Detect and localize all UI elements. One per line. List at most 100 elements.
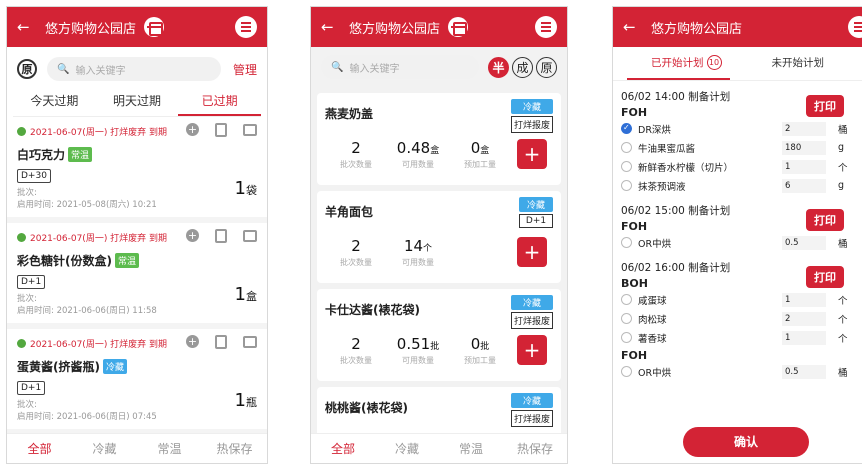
start-time: 启用时间: 2021-05-08(周六) 10:21 (17, 200, 157, 210)
ingredient-row[interactable]: 牛油果蜜瓜酱 180 g (613, 138, 862, 157)
stat-label: 批次数量 (340, 356, 372, 365)
select-radio[interactable] (621, 142, 632, 153)
select-radio[interactable] (621, 294, 632, 305)
stat-unit: 个 (423, 244, 433, 254)
quantity-field[interactable]: 0.5 (782, 235, 826, 250)
scan-icon[interactable] (448, 17, 469, 37)
tab-cold[interactable]: 冷藏 (375, 434, 439, 463)
add-button[interactable]: + (517, 335, 547, 365)
ingredient-row[interactable]: OR中烘 0.5 桶 (613, 362, 862, 381)
manage-button[interactable]: 管理 (233, 61, 257, 78)
ingredient-row[interactable]: 薯香球 1 个 (613, 328, 862, 347)
stat-unit: 批 (480, 342, 490, 352)
storage-badge: 冷藏 (510, 99, 553, 114)
add-icon[interactable]: + (186, 123, 199, 136)
document-icon[interactable] (215, 335, 227, 349)
add-icon[interactable]: + (186, 229, 199, 242)
search-input[interactable]: 🔍 输入关键字 (321, 55, 479, 79)
section-name: BOH (621, 277, 648, 290)
add-icon[interactable]: + (186, 335, 199, 348)
ingredient-name: 薯香球 (638, 333, 667, 345)
select-radio[interactable] (621, 332, 632, 343)
expired-item[interactable]: 2021-06-07(周一) 打烊废弃 到期 + 白巧克力 常温 D+30 批次: 启用时间… (7, 117, 267, 223)
confirm-button[interactable]: 确认 (683, 427, 809, 457)
select-radio[interactable] (621, 180, 632, 191)
prep-plan: 06/02 14:00 制备计划 打印 (613, 89, 862, 117)
menu-icon[interactable] (848, 16, 862, 38)
quantity-field[interactable]: 1 (782, 292, 826, 307)
storage-tag: 常温 (68, 147, 93, 162)
expired-item[interactable]: 2021-06-07(周一) 打烊废弃 到期 + 彩色糖针(份数盒) 常温 D+1 批次:… (7, 223, 267, 329)
stat-2: 0.48盒 可用数量 (387, 139, 449, 170)
search-input[interactable]: 🔍 输入关键字 (47, 57, 221, 81)
product-card[interactable]: 卡仕达酱(裱花袋) 冷藏 打烊报废 2 批次数量 0.51批 可用数量 0批 预加工量 + (317, 289, 561, 381)
back-arrow-icon[interactable]: ← (623, 18, 641, 36)
select-radio[interactable] (621, 161, 632, 172)
expired-item[interactable]: 2021-06-07(周一) 打烊废弃 到期 + 蛋黄酱(挤酱瓶) 冷藏 D+1 批次: 启… (7, 329, 267, 435)
back-arrow-icon[interactable]: ← (321, 18, 339, 36)
tab-room-temp[interactable]: 常温 (137, 434, 202, 463)
stat-value: 0.51批 (396, 335, 440, 353)
storage-tag: 常温 (114, 253, 139, 268)
document-icon[interactable] (215, 123, 227, 137)
menu-icon[interactable] (535, 16, 557, 38)
menu-icon[interactable] (235, 16, 257, 38)
app-header: ← 悠方购物公园店 (311, 7, 567, 47)
tab-all[interactable]: 全部 (311, 434, 375, 463)
raw-chip[interactable]: 原 (536, 56, 557, 78)
stat-unit: 盒 (430, 146, 440, 156)
ingredient-row[interactable]: 咸蛋球 1 个 (613, 290, 862, 309)
quantity-field[interactable]: 180 (782, 140, 826, 155)
raw-filter-chip[interactable]: 原 (17, 59, 37, 79)
quantity-field[interactable]: 1 (782, 330, 826, 345)
status-dot-icon (17, 127, 26, 136)
storage-tabs: 全部 冷藏 常温 热保存 (7, 433, 267, 463)
add-button[interactable]: + (517, 139, 547, 169)
status-dot-icon (17, 233, 26, 242)
select-radio[interactable] (621, 237, 632, 248)
quantity-field[interactable]: 0.5 (782, 364, 826, 379)
section-name: FOH (621, 220, 648, 233)
print-icon[interactable] (243, 124, 257, 136)
start-time: 启用时间: 2021-06-06(周日) 11:58 (17, 306, 157, 316)
tab-started-plans[interactable]: 已开始计划 10 (627, 47, 730, 80)
quantity-field[interactable]: 6 (782, 178, 826, 193)
tab-today[interactable]: 今天过期 (13, 87, 96, 116)
semi-finished-chip[interactable]: 半 (488, 56, 509, 78)
stat-value: 0盒 (470, 139, 490, 157)
print-icon[interactable] (243, 230, 257, 242)
status-dot-icon (17, 339, 26, 348)
ingredient-row[interactable]: 新鲜香水柠檬（切片） 1 个 (613, 157, 862, 176)
select-radio[interactable] (621, 313, 632, 324)
back-arrow-icon[interactable]: ← (17, 18, 35, 36)
product-badges: 冷藏 D+1 (518, 197, 553, 228)
tab-cold[interactable]: 冷藏 (72, 434, 137, 463)
tab-all[interactable]: 全部 (7, 434, 72, 463)
status-text: 2021-06-07(周一) 打烊废弃 到期 (30, 340, 168, 350)
tab-pending-plans[interactable]: 未开始计划 (772, 47, 825, 80)
select-radio[interactable] (621, 123, 632, 134)
tab-room-temp[interactable]: 常温 (439, 434, 503, 463)
scan-icon[interactable] (144, 17, 165, 37)
product-card[interactable]: 羊角面包 冷藏 D+1 2 批次数量 14个 可用数量 + (317, 191, 561, 283)
quantity-field[interactable]: 2 (782, 121, 826, 136)
tab-hot[interactable]: 热保存 (202, 434, 267, 463)
batch-label: 批次: (17, 188, 37, 198)
ingredient-row[interactable]: OR中烘 0.5 桶 (613, 233, 862, 252)
tab-tomorrow[interactable]: 明天过期 (96, 87, 179, 116)
quantity-field[interactable]: 2 (782, 311, 826, 326)
tab-expired[interactable]: 已过期 (178, 87, 262, 116)
ingredient-row[interactable]: 肉松球 2 个 (613, 309, 862, 328)
finished-chip[interactable]: 成 (512, 56, 533, 78)
select-radio[interactable] (621, 366, 632, 377)
print-icon[interactable] (243, 336, 257, 348)
ingredient-row[interactable]: 抹茶预调液 6 g (613, 176, 862, 195)
ingredient-unit: g (838, 180, 845, 191)
quantity-field[interactable]: 1 (782, 159, 826, 174)
product-card[interactable]: 燕麦奶盖 冷藏 打烊报废 2 批次数量 0.48盒 可用数量 0盒 预加工量 + (317, 93, 561, 185)
add-button[interactable]: + (517, 237, 547, 267)
stat-label: 预加工量 (464, 356, 496, 365)
document-icon[interactable] (215, 229, 227, 243)
ingredient-row[interactable]: DR深烘 2桶 (613, 119, 862, 138)
tab-hot[interactable]: 热保存 (503, 434, 567, 463)
